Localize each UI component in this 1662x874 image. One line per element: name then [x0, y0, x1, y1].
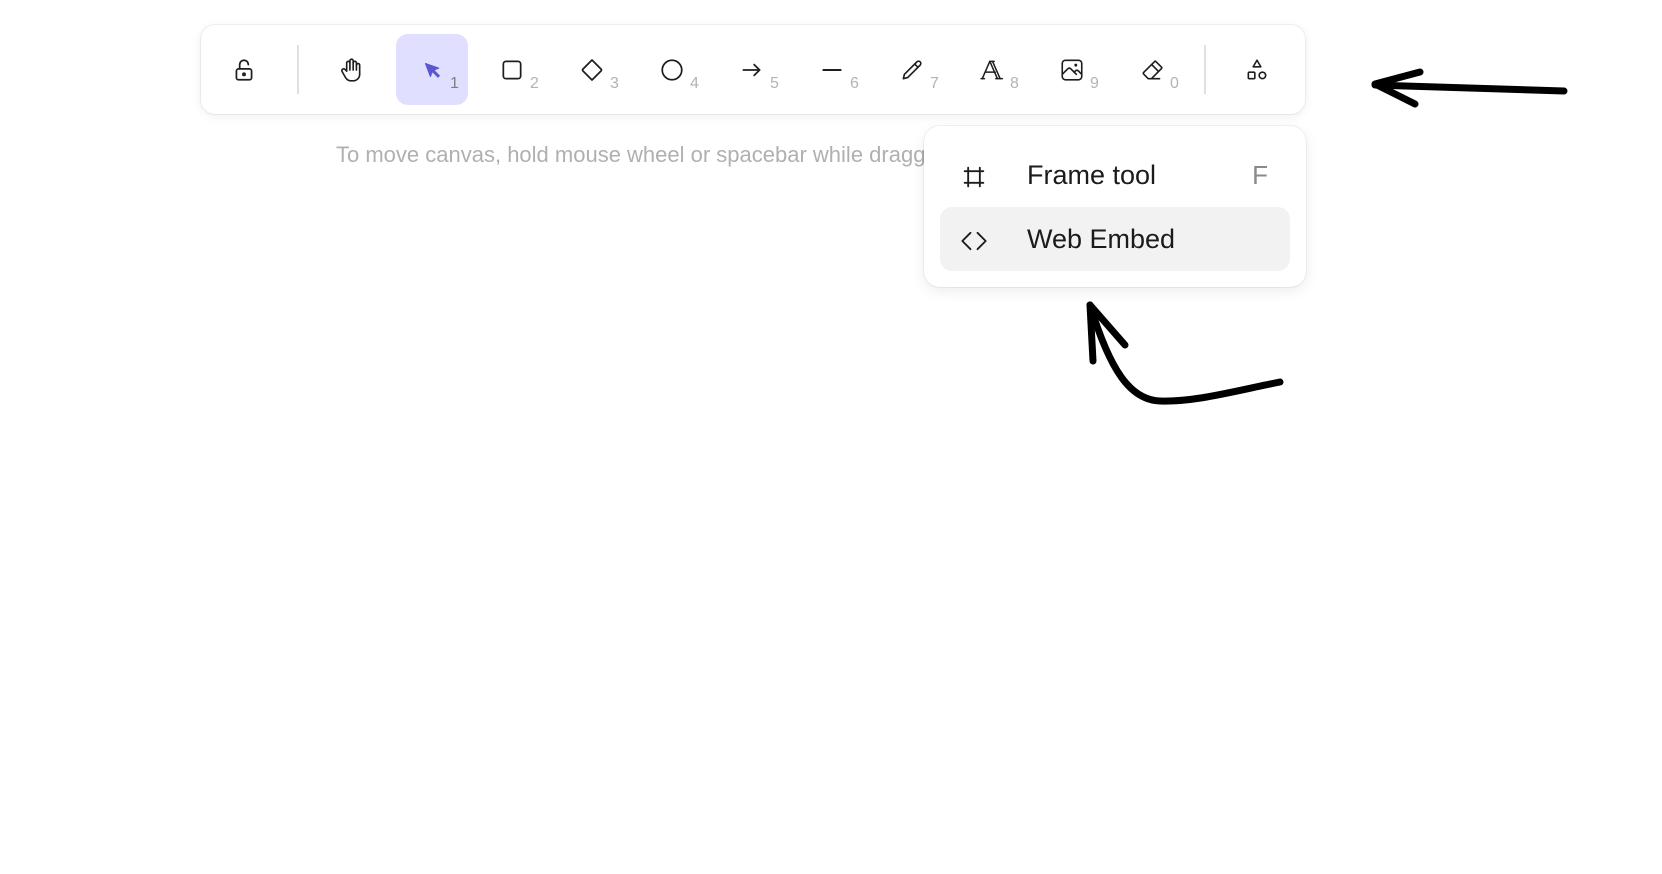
arrow-shaft — [1371, 81, 1568, 95]
shortcut-key: 3 — [610, 75, 619, 92]
diamond-tool-button[interactable]: 3 — [556, 34, 628, 105]
hand-drawn-arrow-menu — [1086, 301, 1284, 405]
toolbar-divider — [297, 45, 299, 94]
toolbar-divider — [1204, 45, 1206, 94]
shortcut-key: 7 — [930, 75, 939, 92]
draw-tool-button[interactable]: 7 — [876, 34, 948, 105]
shortcut-key: 2 — [530, 75, 539, 92]
shortcut-key: 4 — [690, 75, 699, 92]
annotation-layer — [1086, 68, 1568, 405]
drawing-canvas[interactable]: 1 2 3 4 5 6 7 8 9 0 To move canvas, hold… — [0, 0, 1662, 874]
arrow-right-icon — [742, 63, 761, 76]
text-icon — [980, 60, 1004, 79]
rectangle-tool-button[interactable]: 2 — [476, 34, 548, 105]
pencil-icon — [902, 59, 922, 79]
image-icon — [1061, 58, 1083, 81]
shortcut-key: 8 — [1010, 75, 1019, 92]
embed-icon — [961, 231, 987, 251]
arrow-shaft — [1086, 301, 1284, 405]
line-tool-button[interactable]: 6 — [796, 34, 868, 105]
frame-tool-menu-item[interactable]: Frame tool F — [940, 143, 1290, 207]
circle-icon — [661, 58, 683, 81]
text-tool-button[interactable]: 8 — [956, 34, 1028, 105]
shapes-icon — [1247, 58, 1267, 79]
shortcut-key: 6 — [850, 75, 859, 92]
image-tool-button[interactable]: 9 — [1036, 34, 1108, 105]
hand-icon — [341, 57, 361, 82]
shortcut-key: 9 — [1090, 75, 1099, 92]
eraser-tool-button[interactable]: 0 — [1116, 34, 1188, 105]
hand-tool-button[interactable] — [315, 34, 387, 105]
lock-tool-button[interactable] — [208, 34, 280, 105]
shortcut-key: 0 — [1170, 75, 1179, 92]
menu-item-label: Web Embed — [1027, 223, 1176, 254]
hand-drawn-arrow-toolbar — [1371, 68, 1568, 108]
selection-tool-button[interactable]: 1 — [396, 34, 468, 105]
menu-item-label: Frame tool — [1027, 159, 1157, 190]
canvas-hint-text: To move canvas, hold mouse wheel or spac… — [336, 142, 931, 167]
shortcut-key: 5 — [770, 75, 779, 92]
line-icon — [822, 68, 842, 71]
main-toolbar: 1 2 3 4 5 6 7 8 9 0 — [201, 25, 1305, 114]
more-tools-button[interactable] — [1221, 34, 1293, 105]
shortcut-key: 1 — [450, 75, 459, 92]
more-tools-dropdown: Frame tool F Web Embed — [924, 126, 1306, 287]
arrow-head — [1086, 301, 1129, 365]
pointer-icon — [424, 62, 440, 78]
ellipse-tool-button[interactable]: 4 — [636, 34, 708, 105]
web-embed-menu-item[interactable]: Web Embed — [940, 207, 1290, 271]
diamond-icon — [581, 58, 603, 81]
arrow-tool-button[interactable]: 5 — [716, 34, 788, 105]
frame-icon — [963, 166, 985, 188]
rectangle-icon — [502, 59, 522, 80]
eraser-icon — [1142, 60, 1163, 79]
unlock-icon — [235, 58, 253, 81]
arrow-head — [1371, 68, 1424, 108]
menu-item-shortcut: F — [1252, 159, 1268, 190]
